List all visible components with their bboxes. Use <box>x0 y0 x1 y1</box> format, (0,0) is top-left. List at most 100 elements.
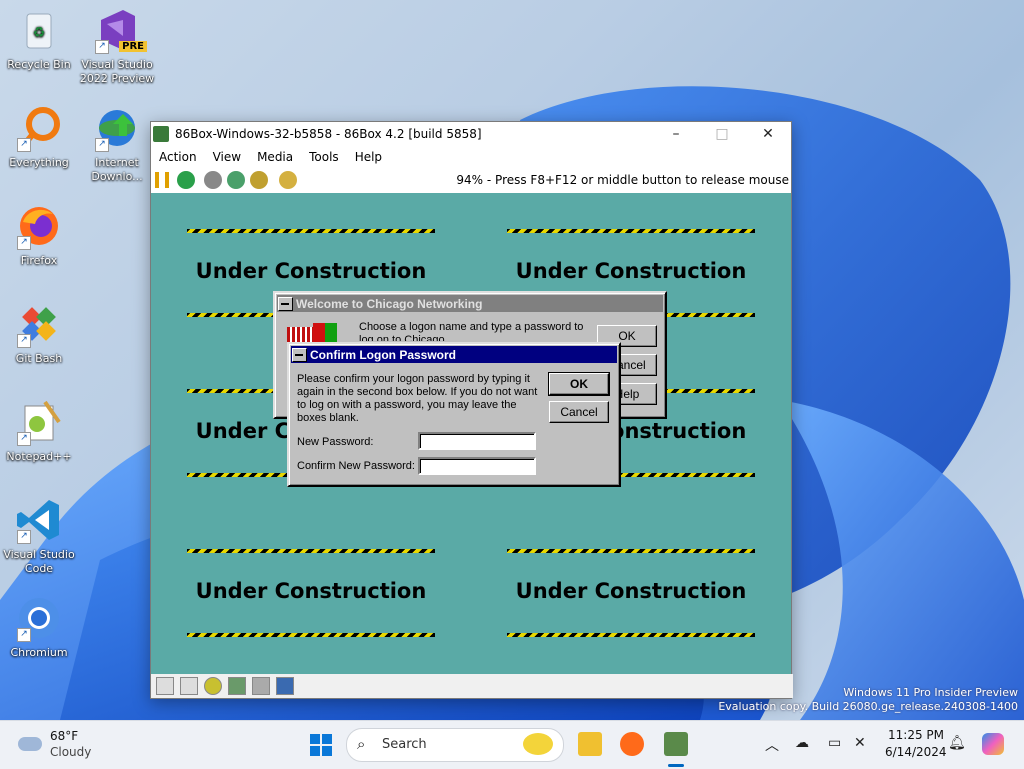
emulator-statusbar <box>151 674 793 698</box>
86box-app-icon <box>153 126 169 142</box>
display-icon[interactable]: ▭ <box>828 735 841 751</box>
git-bash-icon: ↗ <box>15 300 63 348</box>
desktop-icon-git-bash[interactable]: ↗ Git Bash <box>0 300 78 366</box>
welcome-dialog-message: Choose a logon name and type a password … <box>359 321 584 341</box>
menu-help[interactable]: Help <box>347 150 390 164</box>
hazard-stripe <box>507 229 755 233</box>
under-construction-tile: Under Construction <box>187 549 435 645</box>
new-password-label: New Password: <box>297 436 374 448</box>
sound-icon[interactable] <box>276 677 294 695</box>
desktop-icon-visual-studio[interactable]: PRE ↗ Visual Studio 2022 Preview <box>78 6 156 86</box>
welcome-dialog-caption[interactable]: Welcome to Chicago Networking <box>277 295 663 312</box>
confirm-dialog-caption[interactable]: Confirm Logon Password <box>291 346 617 363</box>
firefox-icon: ↗ <box>15 202 63 250</box>
confirm-dialog-title: Confirm Logon Password <box>310 347 457 362</box>
watermark-line-2: Evaluation copy. Build 26080.ge_release.… <box>718 700 1018 713</box>
search-highlight-icon <box>523 733 553 755</box>
confirm-password-dialog: Confirm Logon Password Please confirm yo… <box>287 342 621 487</box>
menu-media[interactable]: Media <box>249 150 301 164</box>
desktop-icon-label: Internet Downlo... <box>91 156 143 183</box>
weather-condition: Cloudy <box>50 745 92 759</box>
maximize-button[interactable]: □ <box>699 122 745 146</box>
cdrom-icon[interactable] <box>204 677 222 695</box>
desktop-icon-vscode[interactable]: ↗ Visual Studio Code <box>0 496 78 576</box>
desktop-icon-label: Notepad++ <box>6 450 72 463</box>
clock-time[interactable]: 11:25 PM <box>888 728 944 742</box>
desktop-icon-everything[interactable]: ↗ Everything <box>0 104 78 170</box>
system-menu-icon[interactable] <box>292 347 307 362</box>
weather-temp: 68°F <box>50 729 79 743</box>
taskbar-search[interactable]: ⌕ Search <box>346 728 564 762</box>
pre-badge: PRE <box>119 41 147 52</box>
desktop-icon-label: Visual Studio 2022 Preview <box>79 58 155 85</box>
confirm-password-label: Confirm New Password: <box>297 460 415 472</box>
network-offline-icon[interactable]: ☁ <box>795 735 809 751</box>
new-password-field[interactable] <box>418 432 536 450</box>
ctrl-alt-esc-icon[interactable] <box>250 171 268 189</box>
recycle-bin-icon: ♻ <box>15 6 63 54</box>
menu-view[interactable]: View <box>205 150 249 164</box>
windows-logo-icon <box>310 734 332 756</box>
power-icon[interactable] <box>204 171 222 189</box>
shortcut-arrow-icon: ↗ <box>17 628 31 642</box>
svg-text:♻: ♻ <box>33 25 46 41</box>
internet-download-manager-icon: ↗ <box>93 104 141 152</box>
notification-bell-icon[interactable]: 🔔︎ <box>948 735 966 751</box>
reset-icon[interactable] <box>177 171 195 189</box>
menu-tools[interactable]: Tools <box>301 150 347 164</box>
pause-icon[interactable] <box>155 172 169 188</box>
tile-text: Under Construction <box>515 579 747 603</box>
window-titlebar[interactable]: 86Box-Windows-32-b5858 - 86Box 4.2 [buil… <box>151 122 791 146</box>
tile-text: Under Construction <box>195 579 427 603</box>
hard-disk-icon[interactable] <box>228 677 246 695</box>
confirm-ok-button[interactable]: OK <box>548 372 610 396</box>
hard-reset-icon[interactable] <box>279 171 297 189</box>
desktop-icon-notepad-plus-plus[interactable]: ↗ Notepad++ <box>0 398 78 464</box>
hazard-stripe <box>507 549 755 553</box>
network-icon[interactable] <box>252 677 270 695</box>
desktop-icon-internet-download-manager[interactable]: ↗ Internet Downlo... <box>78 104 156 184</box>
close-button[interactable]: ✕ <box>745 122 791 146</box>
hazard-stripe <box>187 633 435 637</box>
86box-taskbar-icon[interactable] <box>664 732 688 756</box>
desktop-icon-chromium[interactable]: ↗ Chromium <box>0 594 78 660</box>
hazard-stripe <box>187 549 435 553</box>
show-hidden-icons-chevron-icon[interactable]: ︿ <box>765 735 779 755</box>
under-construction-tile: Under Construction <box>507 549 755 645</box>
weather-widget[interactable]: 68°F Cloudy <box>16 729 116 761</box>
desktop-icon-firefox[interactable]: ↗ Firefox <box>0 202 78 268</box>
minimize-button[interactable]: – <box>653 122 699 146</box>
confirm-cancel-button[interactable]: Cancel <box>549 401 609 423</box>
shortcut-arrow-icon: ↗ <box>95 40 109 54</box>
confirm-password-field[interactable] <box>418 457 536 475</box>
clock-date[interactable]: 6/14/2024 <box>885 745 947 759</box>
search-icon: ⌕ <box>357 735 366 753</box>
floppy-a-icon[interactable] <box>156 677 174 695</box>
desktop-icon-label: Recycle Bin <box>7 58 71 71</box>
shortcut-arrow-icon: ↗ <box>17 432 31 446</box>
menu-action[interactable]: Action <box>151 150 205 164</box>
shortcut-arrow-icon: ↗ <box>17 236 31 250</box>
firefox-taskbar-icon[interactable] <box>620 732 644 756</box>
desktop-icon-label: Visual Studio Code <box>3 548 75 575</box>
window-title: 86Box-Windows-32-b5858 - 86Box 4.2 [buil… <box>175 127 482 141</box>
mouse-release-status: 94% - Press F8+F12 or middle button to r… <box>456 173 789 187</box>
start-button[interactable] <box>309 733 333 757</box>
toolbar: 94% - Press F8+F12 or middle button to r… <box>151 168 791 192</box>
emulator-window: 86Box-Windows-32-b5858 - 86Box 4.2 [buil… <box>150 121 793 699</box>
floppy-b-icon[interactable] <box>180 677 198 695</box>
desktop-icon-label: Chromium <box>10 646 68 659</box>
emulated-screen[interactable]: Under Construction Under Construction Un… <box>151 193 791 674</box>
ctrl-alt-del-icon[interactable] <box>227 171 245 189</box>
active-app-indicator <box>668 764 684 767</box>
speaker-muted-icon[interactable]: ✕ <box>854 735 866 751</box>
hazard-stripe <box>187 229 435 233</box>
file-explorer-taskbar-icon[interactable] <box>578 732 602 756</box>
copilot-icon[interactable] <box>982 733 1004 755</box>
system-menu-icon[interactable] <box>278 296 293 311</box>
confirm-dialog-message: Please confirm your logon password by ty… <box>297 373 538 424</box>
welcome-dialog-title: Welcome to Chicago Networking <box>296 296 483 311</box>
watermark-line-1: Windows 11 Pro Insider Preview <box>843 686 1018 699</box>
desktop-icon-recycle-bin[interactable]: ♻ Recycle Bin <box>0 6 78 72</box>
search-placeholder: Search <box>382 737 427 752</box>
